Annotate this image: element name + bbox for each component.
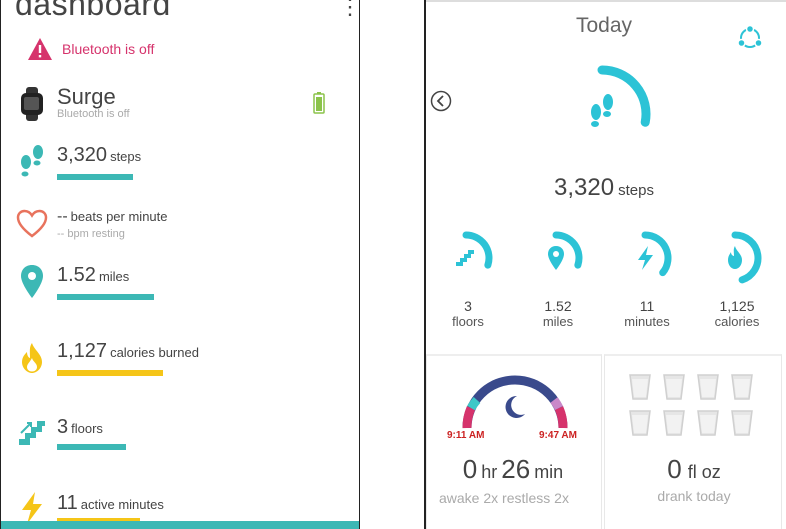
floors-unit: floors xyxy=(71,421,103,436)
calories-value: 1,127 xyxy=(57,340,108,362)
heart-icon xyxy=(15,206,49,242)
stat-floors-label: floors xyxy=(452,314,484,329)
stairs-icon xyxy=(456,250,474,266)
water-summary: drank today xyxy=(657,488,731,504)
flame-icon xyxy=(15,340,49,376)
steps-total-unit: steps xyxy=(618,182,654,199)
distance-unit: miles xyxy=(98,269,130,284)
glass-icon xyxy=(731,410,753,436)
distance-value: 1.52 xyxy=(57,264,96,286)
stat-minutes-label: minutes xyxy=(624,314,670,329)
chevron-left-icon xyxy=(430,90,452,112)
battery-icon xyxy=(313,92,325,119)
flame-icon xyxy=(728,246,742,269)
steps-value: 3,320 xyxy=(57,144,108,166)
sleep-minutes-unit: min xyxy=(534,462,564,482)
lightning-icon xyxy=(638,246,653,270)
calories-unit: calories burned xyxy=(110,345,199,360)
distance-progress-bar xyxy=(57,294,154,300)
sleep-hours-unit: hr xyxy=(481,462,498,482)
calories-progress-bar xyxy=(57,370,163,376)
steps-row[interactable]: 3,320 steps xyxy=(15,142,355,184)
stat-floors-value: 3 xyxy=(464,298,472,314)
sleep-arc xyxy=(462,375,568,429)
stat-miles[interactable]: 1.52 miles xyxy=(513,224,603,329)
stat-calories-value: 1,125 xyxy=(719,298,755,314)
stat-minutes[interactable]: 11 minutes xyxy=(602,224,692,329)
stat-minutes-arc xyxy=(641,231,672,277)
dashboard-panel: dashboard ⋮ Bluetooth is off Surge Bluet… xyxy=(0,0,360,529)
calories-row[interactable]: 1,127 calories burned xyxy=(15,338,355,380)
floors-row[interactable]: 3 floors xyxy=(15,414,355,456)
watch-icon xyxy=(15,86,49,122)
heart-rate-value: -- xyxy=(57,208,68,225)
glass-icon xyxy=(663,410,685,436)
steps-progress-bar xyxy=(57,174,133,180)
glass-icon xyxy=(697,374,719,400)
active-minutes-unit: active minutes xyxy=(80,497,164,512)
glass-icon xyxy=(731,374,753,400)
sleep-end-time: 9:47 AM xyxy=(539,430,577,441)
sleep-minutes: 26 xyxy=(501,454,531,484)
sleep-hours: 0 xyxy=(462,454,478,484)
heart-rate-unit: beats per minute xyxy=(70,209,168,224)
water-amount: 0 fl oz xyxy=(605,454,783,485)
bluetooth-warning[interactable]: Bluetooth is off xyxy=(27,37,154,61)
stat-floors[interactable]: 3 floors xyxy=(423,224,513,329)
glass-icon xyxy=(629,374,651,400)
stat-miles-value: 1.52 xyxy=(544,298,572,314)
share-icon[interactable] xyxy=(736,24,764,52)
water-card[interactable]: 0 fl oz drank today xyxy=(604,354,782,529)
location-pin-icon xyxy=(15,264,49,300)
sleep-summary: awake 2x restless 2x xyxy=(439,490,569,506)
sleep-duration: 0 hr 26 min xyxy=(427,454,603,485)
footprints-icon xyxy=(591,94,613,127)
stairs-icon xyxy=(15,414,49,450)
device-name: Surge xyxy=(57,84,116,109)
steps-total: 3,320 steps xyxy=(426,174,782,202)
menu-icon[interactable]: ⋮ xyxy=(339,0,359,20)
steps-total-value: 3,320 xyxy=(554,174,615,201)
floors-value: 3 xyxy=(57,416,69,438)
active-minutes-value: 11 xyxy=(57,492,78,514)
distance-row[interactable]: 1.52 miles xyxy=(15,262,355,304)
bluetooth-warning-text: Bluetooth is off xyxy=(62,41,155,57)
steps-unit: steps xyxy=(110,149,142,164)
previous-day-button[interactable] xyxy=(430,90,452,112)
stat-calories-label: calories xyxy=(714,314,760,329)
glass-icon xyxy=(629,410,651,436)
location-pin-icon xyxy=(548,246,564,270)
bottom-bar xyxy=(1,521,359,529)
sleep-card[interactable]: 9:11 AM 9:47 AM 0 hr 26 min awake 2x restle… xyxy=(426,354,602,529)
water-unit: fl oz xyxy=(687,462,721,482)
today-panel: Today 3,320 steps 3 floors 1.52 miles 11… xyxy=(426,0,786,529)
floors-progress-bar xyxy=(57,444,126,450)
moon-icon xyxy=(505,395,525,418)
device-row[interactable]: Surge Bluetooth is off xyxy=(15,84,355,124)
device-status: Bluetooth is off xyxy=(57,108,130,120)
stat-miles-label: miles xyxy=(542,314,574,329)
warning-icon xyxy=(28,38,52,60)
water-value: 0 xyxy=(667,454,682,484)
glass-icon xyxy=(663,374,685,400)
resting-heart-rate: -- bpm resting xyxy=(57,228,125,240)
sleep-start-time: 9:11 AM xyxy=(447,430,485,441)
page-title: dashboard xyxy=(15,0,171,22)
stat-calories[interactable]: 1,125 calories xyxy=(692,224,782,329)
heart-rate-row[interactable]: -- beats per minute -- bpm resting xyxy=(15,204,355,246)
steps-ring[interactable] xyxy=(576,52,696,172)
footprints-icon xyxy=(15,144,49,180)
stat-minutes-value: 11 xyxy=(639,298,655,314)
glass-icon xyxy=(697,410,719,436)
today-title: Today xyxy=(575,14,633,37)
